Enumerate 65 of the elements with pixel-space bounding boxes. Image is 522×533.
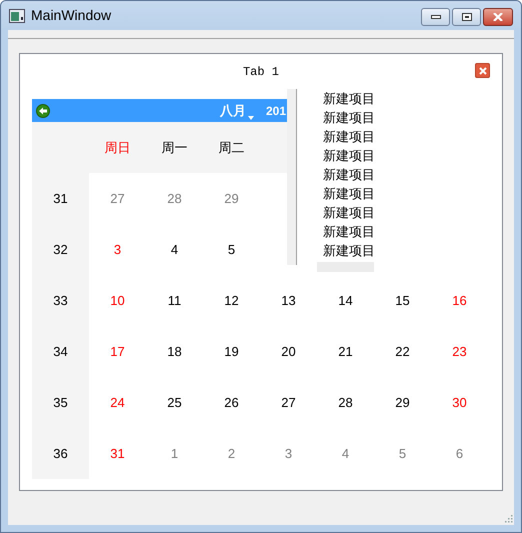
day-cell[interactable]: 22: [374, 326, 431, 377]
day-cell[interactable]: 5: [203, 224, 260, 275]
day-cell[interactable]: 2: [203, 428, 260, 479]
app-icon: [9, 8, 25, 22]
day-cell[interactable]: 15: [374, 275, 431, 326]
day-cell[interactable]: 18: [146, 326, 203, 377]
list-item[interactable]: 新建项目: [323, 184, 375, 203]
week-number-cell: 32: [32, 224, 89, 275]
close-button[interactable]: [483, 8, 513, 26]
weekday-label: 周日: [104, 138, 130, 157]
list-item[interactable]: 新建项目: [323, 222, 375, 241]
close-icon: [478, 66, 486, 74]
window-title: MainWindow: [31, 6, 112, 25]
day-cell[interactable]: 27: [260, 377, 317, 428]
list-item[interactable]: 新建项目: [323, 127, 375, 146]
day-cell[interactable]: 3: [89, 224, 146, 275]
previous-month-button[interactable]: [36, 104, 50, 118]
list-item[interactable]: 新建项目: [323, 165, 375, 184]
day-cell[interactable]: 30: [431, 377, 488, 428]
day-cell[interactable]: 23: [431, 326, 488, 377]
day-cell[interactable]: 3: [260, 428, 317, 479]
day-cell[interactable]: 10: [89, 275, 146, 326]
day-cell[interactable]: 31: [89, 428, 146, 479]
week-number-cell: 35: [32, 377, 89, 428]
day-cell[interactable]: 4: [317, 428, 374, 479]
resize-grip-icon: [505, 515, 513, 523]
list-item[interactable]: 新建项目: [323, 203, 375, 222]
weekday-label: 周二: [218, 138, 244, 157]
day-cell[interactable]: 26: [203, 377, 260, 428]
week-number-cell: 36: [32, 428, 89, 479]
day-cell[interactable]: 4: [146, 224, 203, 275]
day-cell[interactable]: 1: [146, 428, 203, 479]
close-icon: [493, 12, 503, 20]
minimize-icon: [430, 14, 440, 18]
day-cell[interactable]: 16: [431, 275, 488, 326]
day-cell[interactable]: 20: [260, 326, 317, 377]
day-cell[interactable]: 24: [89, 377, 146, 428]
list-item[interactable]: 新建项目: [323, 108, 375, 127]
day-cell[interactable]: 21: [317, 326, 374, 377]
day-cell[interactable]: 27: [89, 173, 146, 224]
restore-icon: [462, 12, 472, 20]
day-cell[interactable]: 17: [89, 326, 146, 377]
day-cell[interactable]: 6: [431, 428, 488, 479]
day-cell[interactable]: 13: [260, 275, 317, 326]
day-cell[interactable]: 19: [203, 326, 260, 377]
maximize-button[interactable]: [452, 8, 481, 26]
minimize-button[interactable]: [421, 8, 450, 26]
list-item[interactable]: 新建项目: [323, 89, 375, 108]
day-cell[interactable]: 5: [374, 428, 431, 479]
day-cell[interactable]: 29: [203, 173, 260, 224]
weekday-label: 周一: [162, 138, 188, 157]
list-item[interactable]: 新建项目: [323, 241, 375, 260]
week-number-cell: 34: [32, 326, 89, 377]
list-item[interactable]: 新建项目: [323, 146, 375, 165]
close-tab-button[interactable]: [475, 63, 490, 78]
tab-title: Tab 1: [242, 64, 279, 80]
day-cell[interactable]: 28: [317, 377, 374, 428]
week-number-cell: 31: [32, 173, 89, 224]
day-cell[interactable]: 11: [146, 275, 203, 326]
day-cell[interactable]: 12: [203, 275, 260, 326]
day-cell[interactable]: 29: [374, 377, 431, 428]
week-number-cell: 33: [32, 275, 89, 326]
day-cell[interactable]: 28: [146, 173, 203, 224]
day-cell[interactable]: 14: [317, 275, 374, 326]
day-cell[interactable]: 25: [146, 377, 203, 428]
